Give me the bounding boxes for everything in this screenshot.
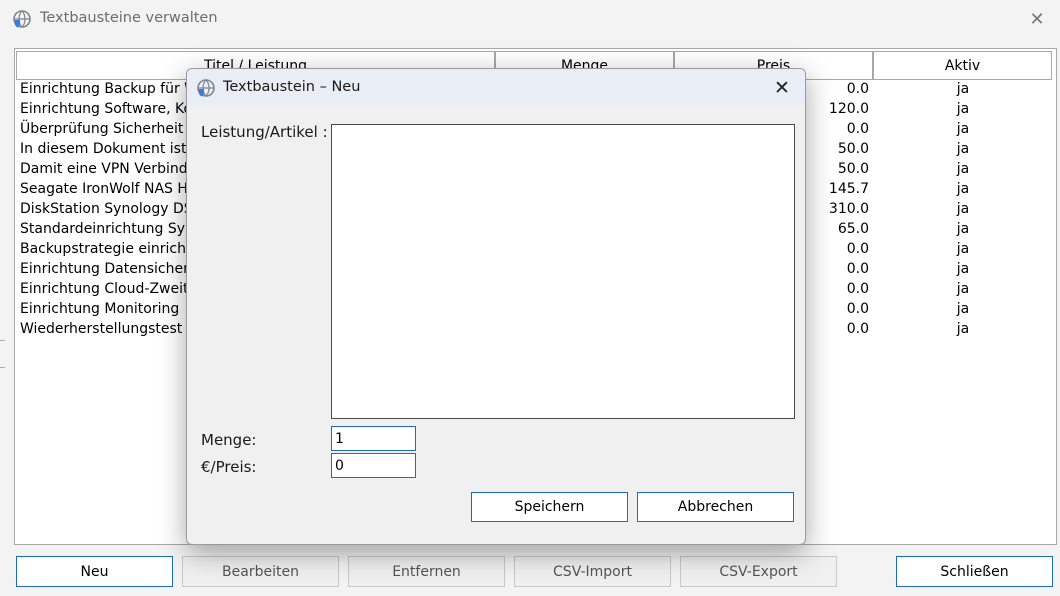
row-active: ja (956, 241, 970, 257)
row-title: Einrichtung Datensicherui (20, 261, 202, 277)
main-titlebar: Textbausteine verwalten ✕ (0, 0, 1060, 38)
dialog-title: Textbaustein – Neu (223, 79, 361, 95)
price-label: €/Preis: (201, 458, 257, 476)
row-active: ja (956, 161, 970, 177)
row-price: 0.0 (846, 321, 869, 337)
cancel-button[interactable]: Abbrechen (637, 492, 794, 522)
row-price: 0.0 (846, 261, 869, 277)
row-active: ja (956, 81, 970, 97)
row-price: 120.0 (828, 101, 869, 117)
row-title: In diesem Dokument ist b (20, 141, 200, 157)
main-close-icon[interactable]: ✕ (1024, 6, 1050, 32)
app-globe-shield-icon (13, 10, 31, 28)
edit-button[interactable]: Bearbeiten (182, 556, 339, 587)
row-active: ja (956, 321, 970, 337)
app-globe-shield-icon (197, 79, 215, 97)
item-textarea[interactable] (331, 124, 795, 419)
row-title: Einrichtung Cloud-Zweits (20, 281, 196, 297)
row-price: 0.0 (846, 301, 869, 317)
row-price: 145.7 (828, 181, 869, 197)
row-active: ja (956, 281, 970, 297)
row-title: Seagate IronWolf NAS HI (20, 181, 193, 197)
row-active: ja (956, 181, 970, 197)
item-label: Leistung/Artikel : (201, 123, 328, 141)
row-active: ja (956, 121, 970, 137)
row-title: Standardeinrichtung Sync (20, 221, 202, 237)
save-button[interactable]: Speichern (471, 492, 628, 522)
row-price: 0.0 (846, 121, 869, 137)
close-button[interactable]: Schließen (896, 556, 1053, 587)
quantity-input[interactable] (331, 426, 416, 451)
row-title: Einrichtung Monitoring (20, 301, 180, 317)
row-active: ja (956, 261, 970, 277)
row-price: 310.0 (828, 201, 869, 217)
column-header-active[interactable]: Aktiv (873, 51, 1052, 80)
window-edge-marker (0, 340, 5, 368)
new-text-block-dialog: Textbaustein – Neu ✕ Leistung/Artikel : … (186, 68, 806, 545)
dialog-titlebar: Textbaustein – Neu ✕ (187, 69, 805, 105)
row-title: DiskStation Synology DS2 (20, 201, 202, 217)
row-title: Einrichtung Backup für W (20, 81, 199, 97)
row-title: Backupstrategie einrichtu (20, 241, 201, 257)
row-price: 50.0 (837, 141, 869, 157)
row-price: 0.0 (846, 241, 869, 257)
csv-export-button[interactable]: CSV-Export (680, 556, 837, 587)
row-title: Wiederherstellungstest (20, 321, 183, 337)
csv-import-button[interactable]: CSV-Import (514, 556, 671, 587)
row-price: 50.0 (837, 161, 869, 177)
row-price: 0.0 (846, 281, 869, 297)
dialog-close-icon[interactable]: ✕ (769, 75, 795, 101)
price-input[interactable] (331, 453, 416, 478)
row-title: Damit eine VPN Verbindu (20, 161, 197, 177)
row-title: Einrichtung Software, Kor (20, 101, 198, 117)
row-price: 0.0 (846, 81, 869, 97)
row-active: ja (956, 201, 970, 217)
row-title: Überprüfung Sicherheit u (20, 121, 197, 137)
remove-button[interactable]: Entfernen (348, 556, 505, 587)
quantity-label: Menge: (201, 431, 257, 449)
new-button[interactable]: Neu (16, 556, 173, 587)
row-active: ja (956, 221, 970, 237)
row-price: 65.0 (837, 221, 869, 237)
row-active: ja (956, 141, 970, 157)
row-active: ja (956, 101, 970, 117)
main-window-title: Textbausteine verwalten (40, 10, 218, 26)
row-active: ja (956, 301, 970, 317)
